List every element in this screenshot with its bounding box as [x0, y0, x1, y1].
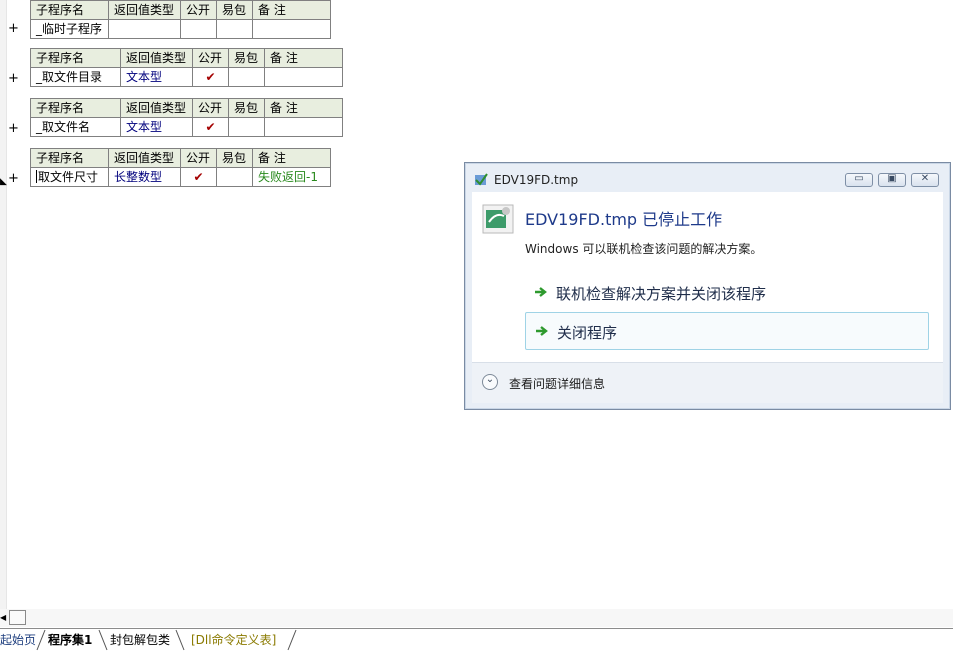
- dialog-content: EDV19FD.tmp 已停止工作 Windows 可以联机检查该问题的解决方案…: [472, 192, 943, 362]
- sub-remark-cell[interactable]: [264, 67, 343, 87]
- header-name: 子程序名: [30, 98, 121, 118]
- expand-details-button[interactable]: ⌄: [482, 374, 498, 390]
- sub-public-cell[interactable]: [180, 19, 217, 39]
- header-easy: 易包: [216, 148, 253, 168]
- text-caret: [36, 169, 37, 183]
- header-easy: 易包: [228, 48, 265, 68]
- tab-dll-command-table[interactable]: [Dll命令定义表]: [191, 631, 276, 649]
- header-remark: 备 注: [252, 0, 331, 20]
- header-name: 子程序名: [30, 48, 121, 68]
- cursor-marker-icon: ◣: [0, 177, 7, 187]
- sub-type-cell[interactable]: 长整数型: [108, 167, 181, 187]
- error-description: Windows 可以联机检查该问题的解决方案。: [525, 242, 763, 256]
- error-dialog: EDV19FD.tmp ▭ ▣ ✕ EDV19FD.tmp 已停止工作 Wind…: [464, 162, 951, 410]
- minimize-button[interactable]: ▭: [845, 173, 873, 187]
- close-program-label: 关闭程序: [557, 324, 618, 342]
- tab-program-set[interactable]: 程序集1: [48, 631, 92, 649]
- close-icon: ✕: [920, 173, 930, 184]
- header-easy: 易包: [216, 0, 253, 20]
- header-remark: 备 注: [264, 48, 343, 68]
- sub-name-cell[interactable]: 取文件尺寸: [30, 167, 109, 187]
- app-title-icon: [475, 173, 488, 186]
- header-public: 公开: [180, 0, 217, 20]
- tab-pack-unpack-class[interactable]: 封包解包类: [110, 631, 170, 649]
- scrollbar-thumb[interactable]: [9, 610, 26, 625]
- tab-separator: [98, 629, 108, 651]
- horizontal-scrollbar[interactable]: ◀: [0, 609, 953, 627]
- maximize-button[interactable]: ▣: [878, 173, 906, 187]
- chevron-down-icon: ⌄: [485, 374, 495, 385]
- sub-public-cell[interactable]: ✔: [192, 117, 229, 137]
- header-type: 返回值类型: [120, 98, 193, 118]
- check-online-label: 联机检查解决方案并关闭该程序: [556, 285, 767, 303]
- close-program-button[interactable]: 关闭程序: [525, 312, 929, 350]
- subroutine-table: 子程序名 返回值类型 公开 易包 备 注 _取文件目录 文本型 ✔: [30, 48, 343, 87]
- header-name: 子程序名: [30, 148, 109, 168]
- sub-type-cell[interactable]: 文本型: [120, 67, 193, 87]
- sub-name-cell[interactable]: _取文件目录: [30, 67, 121, 87]
- subroutine-table: 子程序名 返回值类型 公开 易包 备 注 取文件尺寸 长整数型 ✔ 失败返回-1: [30, 148, 331, 187]
- header-remark: 备 注: [264, 98, 343, 118]
- tab-start-page[interactable]: 起始页: [0, 631, 36, 649]
- sub-easy-cell[interactable]: [216, 167, 253, 187]
- close-button[interactable]: ✕: [911, 173, 939, 187]
- tab-separator: [175, 629, 185, 651]
- sub-public-cell[interactable]: ✔: [192, 67, 229, 87]
- editor-gutter: [0, 0, 7, 612]
- sub-public-cell[interactable]: ✔: [180, 167, 217, 187]
- check-online-close-button[interactable]: 联机检查解决方案并关闭该程序: [525, 274, 929, 312]
- minimize-icon: ▭: [854, 173, 864, 184]
- subroutine-table: 子程序名 返回值类型 公开 易包 备 注 _临时子程序: [30, 0, 331, 39]
- header-public: 公开: [192, 48, 229, 68]
- dialog-footer: ⌄ 查看问题详细信息: [472, 362, 943, 403]
- document-tab-bar: 起始页 程序集1 封包解包类 [Dll命令定义表]: [0, 628, 953, 653]
- view-details-link[interactable]: 查看问题详细信息: [509, 375, 605, 392]
- maximize-icon: ▣: [887, 173, 897, 184]
- scroll-left-icon[interactable]: ◀: [0, 609, 8, 626]
- sub-easy-cell[interactable]: [228, 117, 265, 137]
- tab-separator: [287, 629, 297, 651]
- sub-type-cell[interactable]: 文本型: [120, 117, 193, 137]
- header-name: 子程序名: [30, 0, 109, 20]
- subroutine-table: 子程序名 返回值类型 公开 易包 备 注 _取文件名 文本型 ✔: [30, 98, 343, 137]
- tab-separator: [36, 629, 46, 651]
- program-icon: [482, 204, 514, 234]
- green-arrow-icon: [535, 287, 547, 297]
- sub-type-cell[interactable]: [108, 19, 181, 39]
- header-public: 公开: [180, 148, 217, 168]
- dialog-title: EDV19FD.tmp: [494, 173, 579, 187]
- sub-easy-cell[interactable]: [216, 19, 253, 39]
- sub-remark-cell[interactable]: 失败返回-1: [252, 167, 331, 187]
- dialog-titlebar[interactable]: EDV19FD.tmp ▭ ▣ ✕: [465, 163, 950, 191]
- header-public: 公开: [192, 98, 229, 118]
- sub-name-cell[interactable]: _临时子程序: [30, 19, 109, 39]
- expand-button[interactable]: +: [8, 70, 19, 88]
- sub-name-cell[interactable]: _取文件名: [30, 117, 121, 137]
- sub-easy-cell[interactable]: [228, 67, 265, 87]
- expand-button[interactable]: +: [8, 20, 19, 38]
- header-type: 返回值类型: [120, 48, 193, 68]
- error-headline: EDV19FD.tmp 已停止工作: [525, 210, 723, 229]
- header-easy: 易包: [228, 98, 265, 118]
- sub-remark-cell[interactable]: [252, 19, 331, 39]
- sub-remark-cell[interactable]: [264, 117, 343, 137]
- header-remark: 备 注: [252, 148, 331, 168]
- expand-button[interactable]: +: [8, 120, 19, 138]
- header-type: 返回值类型: [108, 148, 181, 168]
- green-arrow-icon: [536, 326, 548, 336]
- header-type: 返回值类型: [108, 0, 181, 20]
- sub-name-text: 取文件尺寸: [38, 169, 99, 184]
- expand-button[interactable]: +: [8, 170, 19, 188]
